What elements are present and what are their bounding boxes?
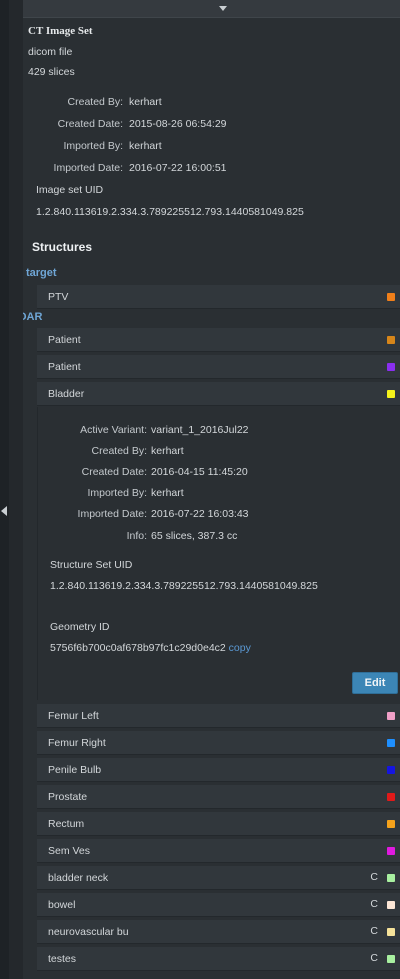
structure-color-swatch[interactable]	[387, 928, 395, 936]
structure-name: Bladder	[48, 387, 85, 400]
bladder-field: Created Date: 2016-04-15 11:45:20	[23, 466, 400, 480]
structure-color-swatch[interactable]	[387, 820, 395, 828]
field-label: Created By:	[67, 96, 123, 108]
structure-color-swatch[interactable]	[387, 955, 395, 963]
field-label: Created Date:	[81, 466, 147, 478]
structure-name: PTV	[48, 290, 69, 303]
structure-name: Prostate	[48, 790, 88, 803]
bladder-field: Active Variant: variant_1_2016Jul22	[23, 424, 400, 438]
image-set-field: Imported Date: 2016-07-22 16:00:51	[23, 162, 400, 176]
caret-down-icon[interactable]	[219, 6, 227, 11]
geometry-id-line: 5756f6b700c0af678b97fc1c29d0e4c2 copy	[50, 642, 251, 654]
structure-name: Sem Ves	[48, 844, 91, 857]
structure-color-swatch[interactable]	[387, 874, 395, 882]
bladder-field: Info: 65 slices, 387.3 cc	[23, 530, 400, 544]
structures-panel: CT Image Set dicom file 429 slices Creat…	[23, 0, 400, 979]
geometry-id-label: Geometry ID	[50, 621, 110, 633]
image-set-format: dicom file	[28, 46, 73, 58]
structure-color-swatch[interactable]	[387, 901, 395, 909]
structure-row-rectum[interactable]: Rectum	[37, 812, 400, 836]
bladder-field: Imported Date: 2016-07-22 16:03:43	[23, 508, 400, 522]
structure-row-testes[interactable]: testes C	[37, 947, 400, 971]
field-label: Imported By:	[63, 140, 123, 152]
left-rail	[0, 0, 9, 979]
field-value: variant_1_2016Jul22	[151, 424, 249, 436]
bladder-field: Created By: kerhart	[23, 445, 400, 459]
structure-name: Penile Bulb	[48, 763, 102, 776]
bladder-field: Imported By: kerhart	[23, 487, 400, 501]
structure-name: Rectum	[48, 817, 85, 830]
structure-color-swatch[interactable]	[387, 739, 395, 747]
image-set-field: Created Date: 2015-08-26 06:54:29	[23, 118, 400, 132]
structures-title: Structures	[32, 240, 93, 254]
structure-color-swatch[interactable]	[387, 712, 395, 720]
field-label: Active Variant:	[80, 424, 147, 436]
structure-row-bladder[interactable]: Bladder	[37, 382, 400, 406]
copy-link[interactable]: copy	[229, 642, 251, 654]
field-label: Info:	[126, 530, 147, 542]
computed-indicator: C	[370, 898, 378, 910]
structure-name: bladder neck	[48, 871, 109, 884]
structure-color-swatch[interactable]	[387, 793, 395, 801]
geometry-id-value: 5756f6b700c0af678b97fc1c29d0e4c2	[50, 642, 226, 654]
image-set-uid-label: Image set UID	[36, 184, 104, 196]
field-value: 2015-08-26 06:54:29	[129, 118, 227, 130]
field-value: kerhart	[151, 487, 184, 499]
group-oar[interactable]: OAR	[23, 311, 42, 323]
structure-row-neurovascular-bundle[interactable]: neurovascular bu C	[37, 920, 400, 944]
structure-row-femur-right[interactable]: Femur Right	[37, 731, 400, 755]
field-value: 2016-04-15 11:45:20	[151, 466, 248, 478]
structure-set-uid-label: Structure Set UID	[50, 559, 133, 571]
structure-row-patient[interactable]: Patient	[37, 328, 400, 352]
structure-name: bowel	[48, 898, 76, 911]
structure-color-swatch[interactable]	[387, 766, 395, 774]
computed-indicator: C	[370, 871, 378, 883]
structure-color-swatch[interactable]	[387, 363, 395, 371]
structure-name: Femur Right	[48, 736, 106, 749]
structure-name: neurovascular bu	[48, 925, 129, 938]
field-label: Imported Date:	[77, 508, 147, 520]
field-value: kerhart	[129, 96, 162, 108]
computed-indicator: C	[370, 925, 378, 937]
structure-row-prostate[interactable]: Prostate	[37, 785, 400, 809]
structure-color-swatch[interactable]	[387, 293, 395, 301]
structure-row-sem-ves[interactable]: Sem Ves	[37, 839, 400, 863]
panel-top-bar[interactable]	[23, 0, 400, 18]
image-set-field: Imported By: kerhart	[23, 140, 400, 154]
image-set-title: CT Image Set	[28, 25, 93, 37]
collapse-left-arrow-icon[interactable]	[1, 506, 7, 516]
computed-indicator: C	[370, 952, 378, 964]
structure-row-patient[interactable]: Patient	[37, 355, 400, 379]
field-value: 2016-07-22 16:03:43	[151, 508, 249, 520]
field-label: Created Date:	[57, 118, 123, 130]
field-label: Imported By:	[87, 487, 147, 499]
structure-row-bladder-neck[interactable]: bladder neck C	[37, 866, 400, 890]
structure-row-bowel[interactable]: bowel C	[37, 893, 400, 917]
structure-set-uid-value: 1.2.840.113619.2.334.3.789225512.793.144…	[50, 580, 318, 592]
field-label: Created By:	[91, 445, 147, 457]
field-value: 2016-07-22 16:00:51	[129, 162, 227, 174]
structure-color-swatch[interactable]	[387, 390, 395, 398]
image-set-slices: 429 slices	[28, 66, 75, 78]
structure-name: testes	[48, 952, 77, 965]
structure-name: Patient	[48, 360, 81, 373]
image-set-field: Created By: kerhart	[23, 96, 400, 110]
structure-row-ptv[interactable]: PTV	[37, 285, 400, 309]
image-set-uid-value: 1.2.840.113619.2.334.3.789225512.793.144…	[36, 206, 304, 218]
panel-gutter	[9, 0, 23, 979]
field-value: 65 slices, 387.3 cc	[151, 530, 238, 542]
structure-row-femur-left[interactable]: Femur Left	[37, 704, 400, 728]
field-value: kerhart	[151, 445, 184, 457]
structure-name: Femur Left	[48, 709, 99, 722]
structure-color-swatch[interactable]	[387, 847, 395, 855]
group-target[interactable]: target	[26, 267, 57, 279]
edit-button[interactable]: Edit	[352, 672, 398, 694]
structure-color-swatch[interactable]	[387, 336, 395, 344]
structure-name: Patient	[48, 333, 81, 346]
structure-row-penile-bulb[interactable]: Penile Bulb	[37, 758, 400, 782]
field-value: kerhart	[129, 140, 162, 152]
field-label: Imported Date:	[53, 162, 123, 174]
